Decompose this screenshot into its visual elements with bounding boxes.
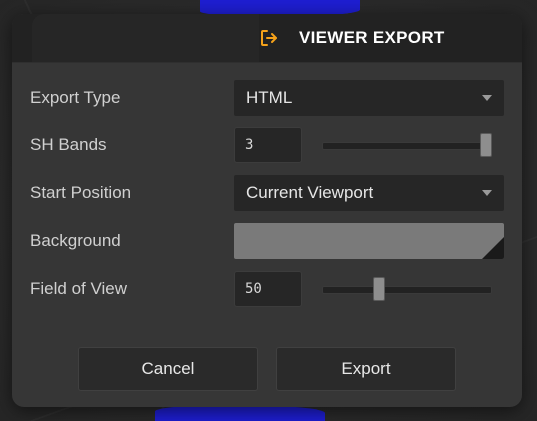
field-of-view-slider-track bbox=[322, 286, 492, 294]
cancel-button[interactable]: Cancel bbox=[78, 347, 258, 391]
field-of-view-input[interactable]: 50 bbox=[234, 271, 302, 307]
export-icon bbox=[259, 28, 279, 48]
background-label: Background bbox=[30, 231, 121, 250]
field-of-view-label: Field of View bbox=[30, 279, 128, 298]
header-tab bbox=[32, 14, 259, 62]
background-color-swatch[interactable] bbox=[234, 223, 504, 259]
field-of-view-slider-thumb[interactable] bbox=[372, 277, 385, 301]
row-sh-bands: SH Bands 3 bbox=[30, 127, 504, 163]
chevron-down-icon bbox=[482, 95, 492, 101]
color-picker-corner-icon bbox=[482, 237, 504, 259]
row-field-of-view: Field of View 50 bbox=[30, 271, 504, 307]
export-button[interactable]: Export bbox=[276, 347, 456, 391]
sh-bands-slider-thumb[interactable] bbox=[480, 133, 492, 157]
dialog-header: VIEWER EXPORT bbox=[12, 14, 522, 63]
splat-render-bottom bbox=[155, 405, 325, 421]
export-type-label: Export Type bbox=[30, 88, 121, 107]
start-position-label: Start Position bbox=[30, 183, 132, 202]
sh-bands-slider-track bbox=[322, 142, 492, 150]
row-background: Background bbox=[30, 223, 504, 259]
field-of-view-slider[interactable] bbox=[322, 277, 492, 301]
export-type-select[interactable]: HTML bbox=[234, 80, 504, 116]
sh-bands-slider[interactable] bbox=[322, 133, 492, 157]
row-export-type: Export Type HTML bbox=[30, 80, 504, 116]
chevron-down-icon bbox=[482, 190, 492, 196]
dialog-title: VIEWER EXPORT bbox=[299, 28, 445, 47]
start-position-select[interactable]: Current Viewport bbox=[234, 175, 504, 211]
sh-bands-input[interactable]: 3 bbox=[234, 127, 302, 163]
sh-bands-label: SH Bands bbox=[30, 135, 107, 154]
dialog-buttons: Cancel Export bbox=[78, 347, 456, 391]
export-type-value: HTML bbox=[246, 88, 293, 107]
row-start-position: Start Position Current Viewport bbox=[30, 175, 504, 211]
start-position-value: Current Viewport bbox=[246, 183, 374, 202]
viewer-export-dialog: VIEWER EXPORT Export Type HTML SH Bands … bbox=[12, 14, 522, 407]
